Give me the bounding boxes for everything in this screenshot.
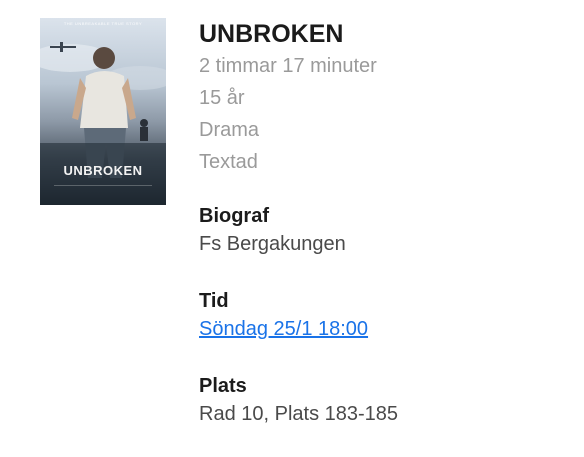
movie-age-rating: 15 år [199, 87, 245, 109]
poster-title: UNBROKEN [63, 163, 143, 178]
seat-label: Plats [199, 375, 247, 397]
movie-info: UNBROKEN 2 timmar 17 minuter 15 år Drama… [199, 18, 584, 178]
movie-subtitle-info: Textad [199, 151, 258, 173]
cinema-value: Fs Bergakungen [199, 233, 346, 255]
showtime-link[interactable]: Söndag 25/1 18:00 [199, 318, 368, 340]
movie-genre: Drama [199, 119, 260, 141]
time-section: Tid Söndag 25/1 18:00 [199, 287, 368, 343]
movie-poster: THE UNBREAKABLE TRUE STORY UNBROKEN [40, 18, 166, 205]
time-label: Tid [199, 290, 229, 312]
cinema-label: Biograf [199, 205, 269, 227]
movie-title: UNBROKEN [199, 20, 344, 48]
poster-credits [54, 185, 152, 198]
ticket-details-page: THE UNBREAKABLE TRUE STORY UNBROKEN UNBR… [0, 0, 584, 457]
cinema-section: Biograf Fs Bergakungen [199, 202, 346, 258]
seat-section: Plats Rad 10, Plats 183-185 [199, 372, 398, 428]
movie-duration: 2 timmar 17 minuter [199, 55, 377, 77]
poster-tagline: THE UNBREAKABLE TRUE STORY [63, 21, 143, 26]
seat-value: Rad 10, Plats 183-185 [199, 403, 399, 425]
